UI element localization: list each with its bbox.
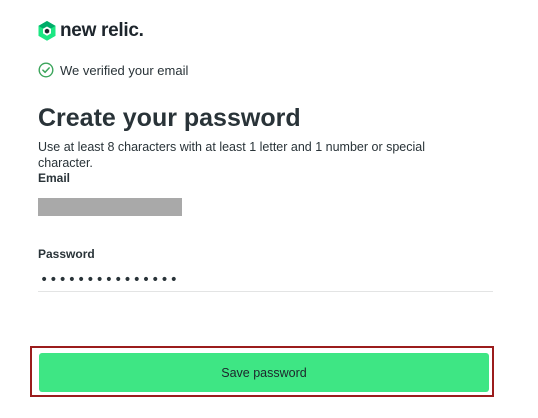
email-value-redacted <box>38 198 182 216</box>
new-relic-logo-icon <box>38 21 56 41</box>
save-password-button[interactable]: Save password <box>39 353 489 392</box>
page-title: Create your password <box>38 104 301 132</box>
password-input[interactable] <box>38 268 493 292</box>
password-label: Password <box>38 247 95 261</box>
new-relic-logo: new relic. <box>38 20 144 42</box>
brand-name: new relic. <box>60 20 144 41</box>
email-verified-status: We verified your email <box>38 61 188 79</box>
verified-text: We verified your email <box>60 62 189 78</box>
email-label: Email <box>38 171 71 185</box>
password-requirements-hint: Use at least 8 characters with at least … <box>38 140 425 170</box>
check-circle-icon <box>38 62 54 78</box>
